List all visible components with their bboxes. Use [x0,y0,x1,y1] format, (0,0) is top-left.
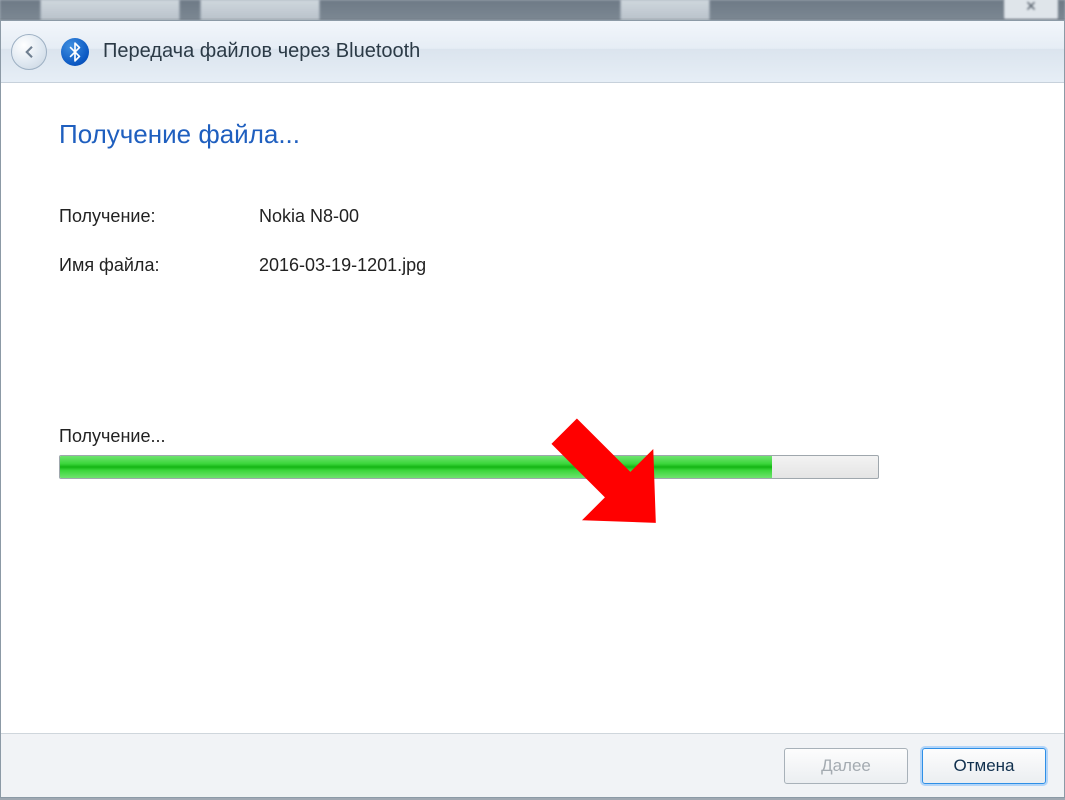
progress-area: Получение... [59,426,1006,479]
wizard-title: Передача файлов через Bluetooth [103,40,420,63]
progress-bar [59,455,879,479]
background-close-icon: × [1003,0,1059,20]
bluetooth-icon [61,38,89,66]
arrow-left-icon [20,43,38,61]
back-button[interactable] [11,34,47,70]
filename-label: Имя файла: [59,255,259,276]
receiving-value: Nokia N8-00 [259,206,359,227]
receiving-label: Получение: [59,206,259,227]
cancel-button[interactable]: Отмена [922,748,1046,784]
progress-fill [60,456,772,478]
next-button: Далее [784,748,908,784]
page-heading: Получение файла... [59,119,1006,150]
progress-label: Получение... [59,426,1006,447]
receiving-row: Получение: Nokia N8-00 [59,206,1006,227]
filename-row: Имя файла: 2016-03-19-1201.jpg [59,255,1006,276]
wizard-footer: Далее Отмена [1,733,1064,797]
wizard-body: Получение файла... Получение: Nokia N8-0… [1,83,1064,733]
background-window-bar: × [0,0,1065,20]
bluetooth-transfer-wizard: Передача файлов через Bluetooth Получени… [0,20,1065,798]
wizard-header: Передача файлов через Bluetooth [1,21,1064,83]
filename-value: 2016-03-19-1201.jpg [259,255,426,276]
